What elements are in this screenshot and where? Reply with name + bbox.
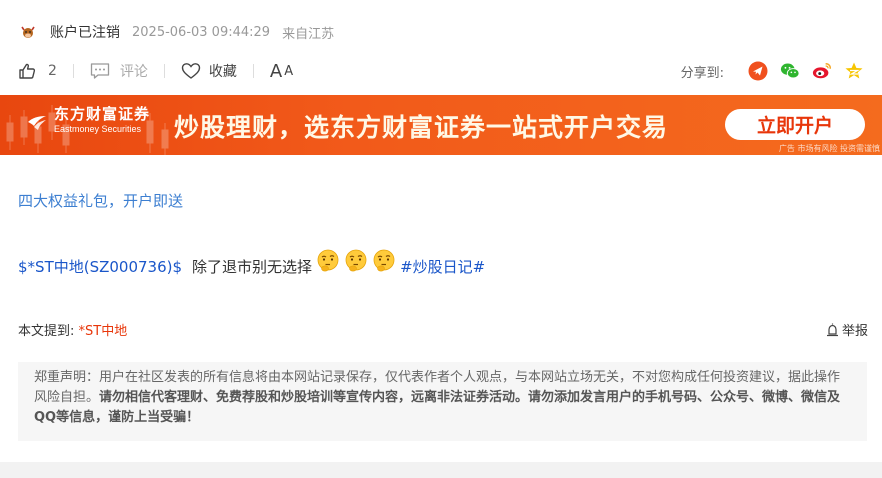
comment-button[interactable]: 评论 [90, 61, 148, 81]
font-size-button[interactable]: A A [270, 61, 293, 82]
topic-tag-link[interactable]: #炒股日记# [400, 256, 485, 277]
post-card: 账户已注销 2025-06-03 09:44:29 来自江苏 2 评论 收藏 A… [0, 0, 882, 462]
mentioned-stocks: 本文提到: *ST中地 [18, 320, 127, 339]
action-bar: 2 评论 收藏 A A [18, 58, 293, 84]
brand-name-cn: 东方财富证券 [54, 105, 151, 123]
stock-tag-link[interactable]: $*ST中地(SZ000736)$ [18, 256, 182, 277]
wechat-icon[interactable] [780, 61, 800, 81]
divider [252, 64, 254, 78]
qzone-star-icon[interactable] [844, 61, 864, 81]
comment-icon [90, 63, 110, 79]
thinking-emoji-icon [317, 249, 339, 272]
gift-pack-link[interactable]: 四大权益礼包，开户即送 [18, 190, 183, 211]
thinking-emoji-icon [373, 249, 395, 272]
author-name[interactable]: 账户已注销 [50, 22, 120, 42]
report-button[interactable]: 举报 [826, 320, 868, 339]
bull-avatar-icon [21, 26, 35, 38]
mentioned-stock-link[interactable]: *ST中地 [79, 324, 128, 339]
report-label: 举报 [841, 324, 868, 339]
telegram-like-icon[interactable] [748, 61, 768, 81]
divider [72, 64, 74, 78]
font-size-small-glyph: A [284, 63, 294, 79]
post-content: $*ST中地(SZ000736)$ 除了退市别无选择 #炒股日记# [18, 245, 485, 277]
banner-slogan: 炒股理财，选东方财富证券一站式开户交易 [174, 113, 669, 142]
thumbs-up-icon [19, 63, 36, 79]
favorite-button[interactable]: 收藏 [181, 61, 237, 81]
post-body-text: 除了退市别无选择 [192, 258, 313, 276]
ad-banner[interactable]: 东方财富证券 Eastmoney Securities 炒股理财，选东方财富证券… [0, 95, 882, 155]
weibo-icon[interactable] [812, 61, 832, 81]
share-label: 分享到: [680, 65, 724, 81]
share-bar: 分享到: [681, 58, 864, 84]
eastmoney-logo-icon [28, 115, 46, 130]
post-datetime: 2025-06-03 09:44:29 [132, 24, 271, 40]
thinking-emoji-icon [345, 249, 367, 272]
brand-name-en: Eastmoney Securities [54, 124, 142, 134]
favorite-label: 收藏 [208, 64, 237, 80]
like-count: 2 [48, 63, 57, 79]
author-row: 账户已注销 2025-06-03 09:44:29 来自江苏 [18, 22, 346, 42]
disclaimer-warning: 请勿相信代客理财、免费荐股和炒股培训等宣传内容，远离非法证券活动。请勿添加发言用… [34, 390, 841, 425]
open-account-button[interactable]: 立即开户 [725, 109, 865, 140]
ad-disclaimer: 广告 市场有风险 投资需谨慎 [778, 144, 880, 153]
disclaimer-box: 郑重声明：用户在社区发表的所有信息将由本网站记录保存，仅代表作者个人观点，与本网… [18, 362, 867, 441]
mention-label: 本文提到: [18, 324, 75, 339]
divider [163, 64, 165, 78]
avatar[interactable] [18, 22, 38, 42]
comment-label: 评论 [119, 64, 148, 80]
alarm-report-icon [826, 323, 838, 336]
brand-logo-group: 东方财富证券 Eastmoney Securities [26, 107, 150, 134]
font-size-large-glyph: A [269, 60, 283, 82]
like-button[interactable]: 2 [18, 62, 57, 80]
post-location: 来自江苏 [282, 26, 335, 42]
heart-icon [181, 63, 201, 79]
